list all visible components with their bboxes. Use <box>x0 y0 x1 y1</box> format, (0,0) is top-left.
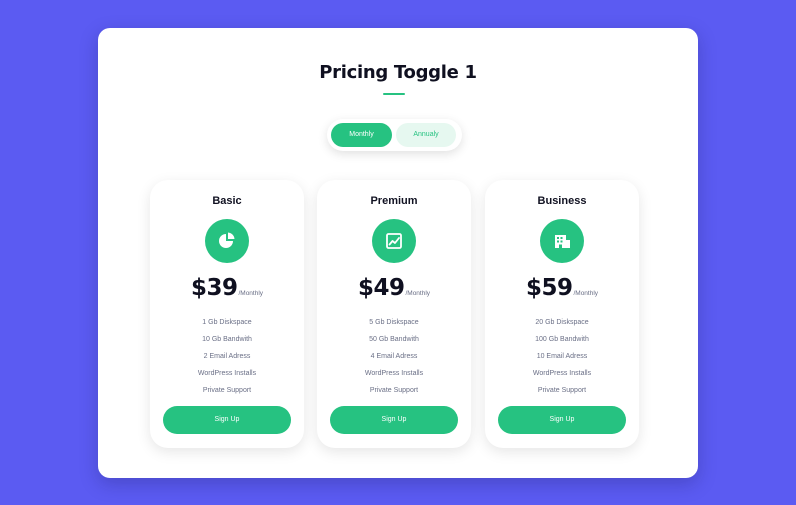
plan-price: $59/Monthly <box>485 275 639 301</box>
pricing-panel: Pricing Toggle 1 Monthly Annualy Basic $… <box>98 28 698 478</box>
feature-item: 10 Email Adress <box>536 353 588 360</box>
toggle-monthly-button[interactable]: Monthly <box>331 123 392 147</box>
plan-card-business: Business $59/Monthly 20 Gb Diskspace 100… <box>485 180 639 448</box>
price-amount: $49 <box>357 275 405 301</box>
price-period: /Monthly <box>238 290 264 297</box>
feature-list: 20 Gb Diskspace 100 Gb Bandwith 10 Email… <box>485 314 639 399</box>
line-chart-icon <box>372 219 416 263</box>
plan-price: $49/Monthly <box>317 275 471 301</box>
feature-item: 50 Gb Bandwith <box>369 336 419 343</box>
plan-price: $39/Monthly <box>150 275 304 301</box>
feature-item: Private Support <box>202 387 252 394</box>
billing-toggle: Monthly Annualy <box>327 119 462 151</box>
sign-up-button[interactable]: Sign Up <box>330 406 458 434</box>
feature-item: 2 Email Adress <box>203 353 251 360</box>
pie-chart-icon <box>205 219 249 263</box>
feature-item: 1 Gb Diskspace <box>202 319 252 326</box>
building-icon <box>540 219 584 263</box>
price-period: /Monthly <box>573 290 599 297</box>
plan-title: Business <box>537 195 587 207</box>
feature-item: WordPress Installs <box>364 370 424 377</box>
feature-item: Private Support <box>369 387 419 394</box>
price-amount: $39 <box>190 275 238 301</box>
page-title: Pricing Toggle 1 <box>319 62 477 83</box>
plan-card-premium: Premium $49/Monthly 5 Gb Diskspace 50 Gb… <box>317 180 471 448</box>
plan-card-basic: Basic $39/Monthly 1 Gb Diskspace 10 Gb B… <box>150 180 304 448</box>
feature-item: 10 Gb Bandwith <box>202 336 252 343</box>
price-amount: $59 <box>525 275 573 301</box>
plan-title: Basic <box>212 195 242 207</box>
feature-item: 100 Gb Bandwith <box>535 336 589 343</box>
feature-item: 5 Gb Diskspace <box>369 319 419 326</box>
title-underline <box>383 93 405 95</box>
toggle-annualy-button[interactable]: Annualy <box>396 123 456 147</box>
feature-item: 20 Gb Diskspace <box>535 319 589 326</box>
feature-item: 4 Email Adress <box>370 353 418 360</box>
sign-up-button[interactable]: Sign Up <box>498 406 626 434</box>
price-period: /Monthly <box>405 290 431 297</box>
feature-list: 5 Gb Diskspace 50 Gb Bandwith 4 Email Ad… <box>317 314 471 399</box>
feature-item: WordPress Installs <box>532 370 592 377</box>
sign-up-button[interactable]: Sign Up <box>163 406 291 434</box>
plan-title: Premium <box>370 195 418 207</box>
feature-item: WordPress Installs <box>197 370 257 377</box>
feature-item: Private Support <box>537 387 587 394</box>
feature-list: 1 Gb Diskspace 10 Gb Bandwith 2 Email Ad… <box>150 314 304 399</box>
